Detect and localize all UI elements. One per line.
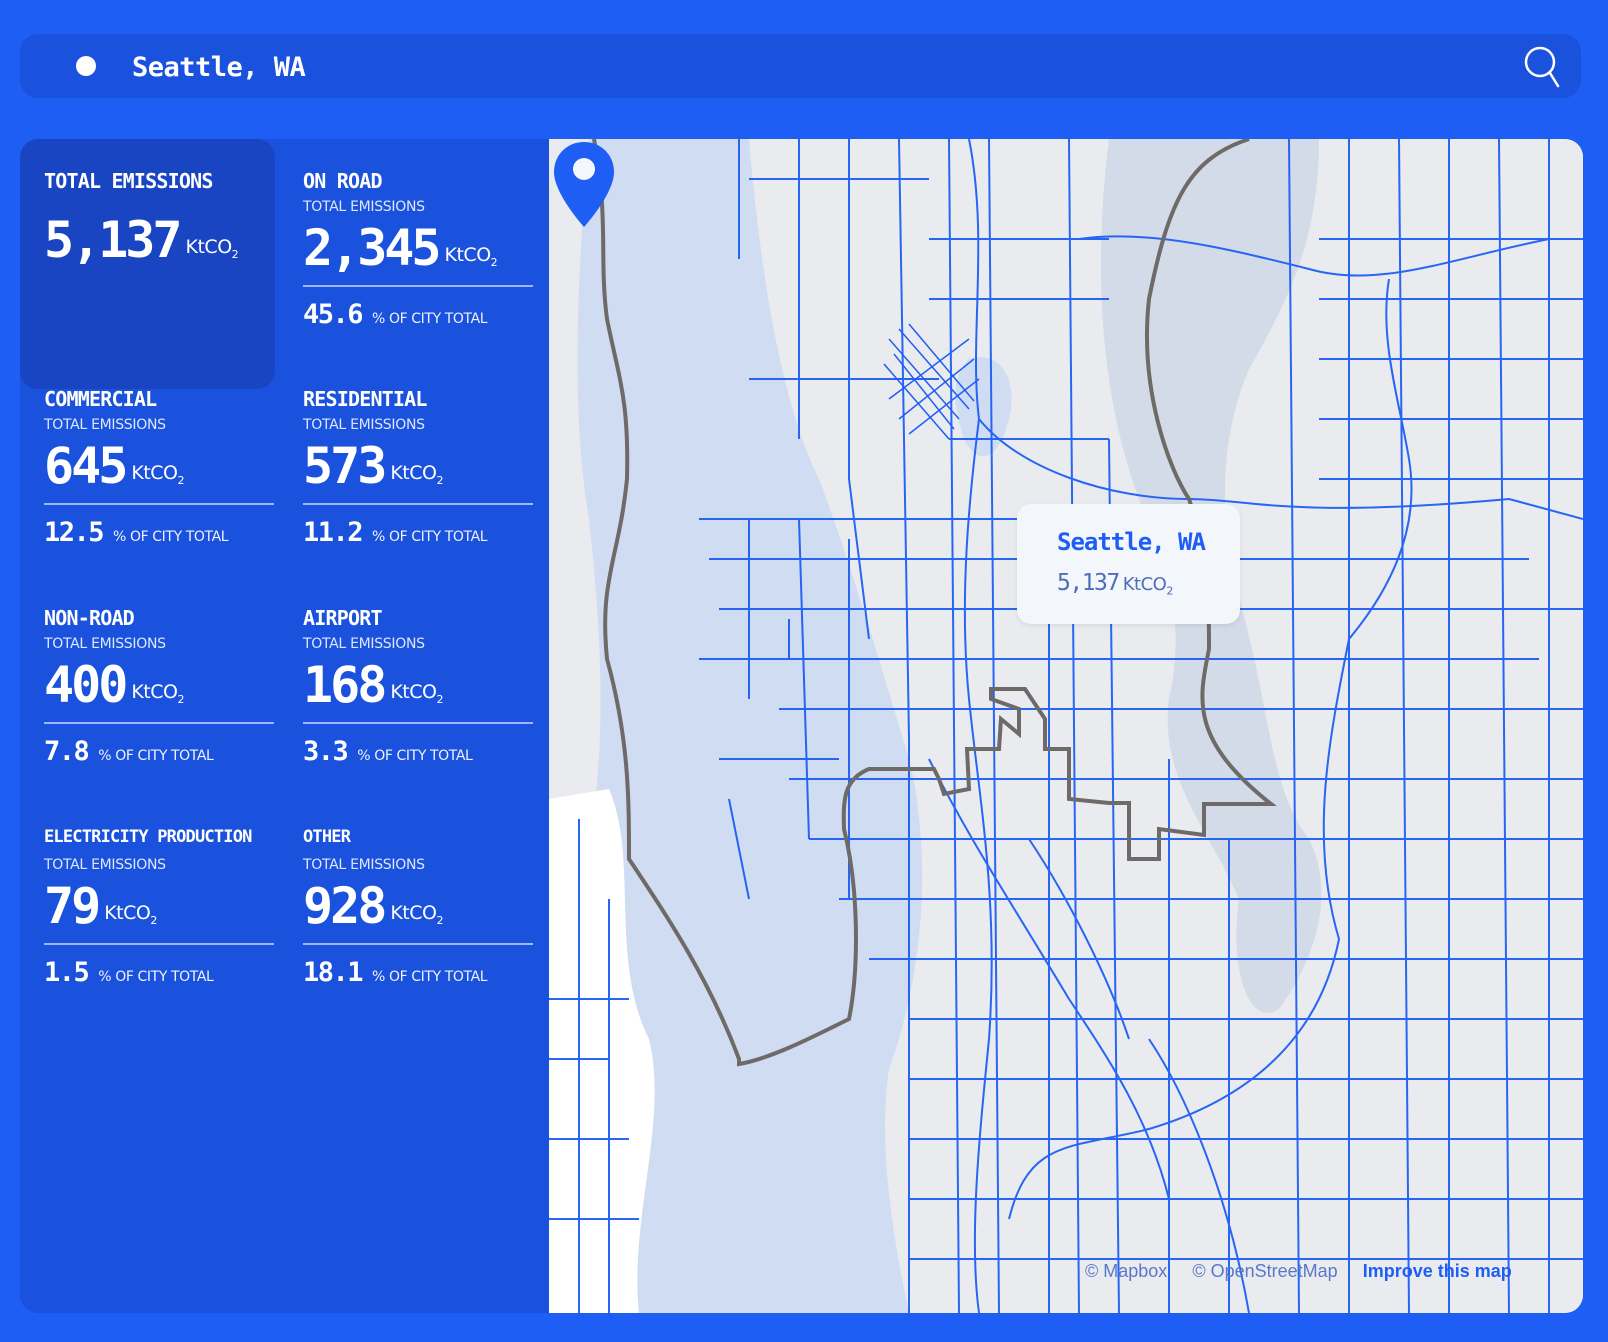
location-dot-icon — [76, 56, 96, 76]
metric-title: OTHER — [303, 827, 351, 847]
metric-subtitle: TOTAL EMISSIONS — [303, 199, 425, 215]
metric-percent-label: % OF CITY TOTAL — [357, 747, 473, 764]
metric-electricity-production[interactable]: ELECTRICITY PRODUCTION TOTAL EMISSIONS 7… — [44, 827, 276, 988]
metric-unit: KtCO2 — [104, 902, 157, 927]
metric-unit: KtCO2 — [390, 462, 443, 487]
search-bar — [20, 34, 1581, 98]
improve-map-link[interactable]: Improve this map — [1363, 1261, 1512, 1281]
metric-unit: KtCO2 — [390, 681, 443, 706]
metric-percent: 18.1 — [303, 956, 364, 988]
metric-divider — [303, 285, 533, 287]
metric-divider — [44, 943, 274, 945]
metric-on-road[interactable]: ON ROAD TOTAL EMISSIONS 2,345 KtCO2 45.6… — [303, 169, 535, 330]
metric-value: 168 — [303, 656, 387, 714]
popup-title: Seattle, WA — [1057, 528, 1206, 556]
search-icon — [1524, 46, 1560, 88]
metric-percent-label: % OF CITY TOTAL — [98, 747, 214, 764]
metric-percent: 1.5 — [44, 956, 90, 988]
map[interactable]: Seattle, WA 5,137 KtCO2 © Mapbox © OpenSt… — [549, 139, 1583, 1313]
popup-value: 5,137 KtCO2 — [1057, 570, 1173, 598]
metric-divider — [303, 943, 533, 945]
metric-non-road[interactable]: NON-ROAD TOTAL EMISSIONS 400 KtCO2 7.8 %… — [44, 606, 276, 767]
metric-value: 400 — [44, 656, 128, 714]
metric-unit: KtCO2 — [390, 902, 443, 927]
metric-value: 645 — [44, 437, 128, 495]
metric-title: COMMERCIAL — [44, 387, 157, 411]
search-button[interactable] — [1522, 44, 1568, 90]
metric-percent-label: % OF CITY TOTAL — [372, 968, 488, 985]
metric-divider — [44, 722, 274, 724]
metric-percent: 11.2 — [303, 516, 364, 548]
metric-divider — [44, 503, 274, 505]
metric-divider — [303, 722, 533, 724]
metric-divider — [303, 503, 533, 505]
metric-percent: 3.3 — [303, 735, 349, 767]
metric-total-emissions: TOTAL EMISSIONS 5,137 KtCO2 — [44, 169, 276, 269]
metric-unit: KtCO2 — [185, 236, 239, 261]
map-popup[interactable]: Seattle, WA 5,137 KtCO2 — [1017, 504, 1240, 624]
map-canvas[interactable] — [549, 139, 1583, 1313]
metric-title: NON-ROAD — [44, 606, 135, 630]
metric-unit: KtCO2 — [131, 462, 184, 487]
metric-title: RESIDENTIAL — [303, 387, 427, 411]
metric-percent: 45.6 — [303, 298, 364, 330]
map-pin-icon[interactable] — [549, 139, 619, 231]
metric-subtitle: TOTAL EMISSIONS — [303, 636, 425, 652]
metric-value: 5,137 — [44, 211, 183, 269]
metric-residential[interactable]: RESIDENTIAL TOTAL EMISSIONS 573 KtCO2 11… — [303, 387, 535, 548]
metric-percent-label: % OF CITY TOTAL — [98, 968, 214, 985]
metric-percent: 7.8 — [44, 735, 90, 767]
attribution-mapbox[interactable]: © Mapbox — [1085, 1261, 1167, 1281]
metric-subtitle: TOTAL EMISSIONS — [44, 417, 166, 433]
metric-title: ELECTRICITY PRODUCTION — [44, 827, 252, 847]
metric-percent-label: % OF CITY TOTAL — [372, 528, 488, 545]
attribution-osm[interactable]: © OpenStreetMap — [1192, 1261, 1337, 1281]
metric-unit: KtCO2 — [131, 681, 184, 706]
metric-subtitle: TOTAL EMISSIONS — [303, 857, 425, 873]
metric-other[interactable]: OTHER TOTAL EMISSIONS 928 KtCO2 18.1 % O… — [303, 827, 535, 988]
metric-unit: KtCO2 — [444, 244, 498, 269]
metric-value: 79 — [44, 877, 101, 935]
metric-percent-label: % OF CITY TOTAL — [372, 310, 488, 327]
metric-airport[interactable]: AIRPORT TOTAL EMISSIONS 168 KtCO2 3.3 % … — [303, 606, 535, 767]
metric-percent-label: % OF CITY TOTAL — [113, 528, 229, 545]
emissions-panel: TOTAL EMISSIONS 5,137 KtCO2 ON ROAD TOTA… — [20, 139, 566, 1313]
metric-title: TOTAL EMISSIONS — [44, 169, 213, 193]
metric-title: ON ROAD — [303, 169, 382, 193]
metric-subtitle: TOTAL EMISSIONS — [303, 417, 425, 433]
metric-title: AIRPORT — [303, 606, 382, 630]
map-attribution: © Mapbox © OpenStreetMap Improve this ma… — [1085, 1261, 1532, 1282]
metric-value: 2,345 — [303, 219, 442, 277]
metric-value: 928 — [303, 877, 387, 935]
metric-subtitle: TOTAL EMISSIONS — [44, 636, 166, 652]
metric-percent: 12.5 — [44, 516, 105, 548]
metric-commercial[interactable]: COMMERCIAL TOTAL EMISSIONS 645 KtCO2 12.… — [44, 387, 276, 548]
search-input[interactable] — [130, 46, 1434, 88]
metric-value: 573 — [303, 437, 387, 495]
metric-subtitle: TOTAL EMISSIONS — [44, 857, 166, 873]
